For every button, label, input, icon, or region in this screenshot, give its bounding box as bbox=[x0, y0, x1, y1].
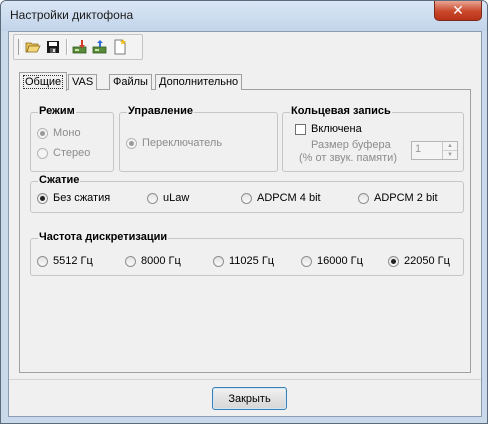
tab-general[interactable]: Общие bbox=[19, 72, 68, 91]
radio-mono-label: Моно bbox=[53, 127, 81, 139]
radio-dot bbox=[147, 192, 158, 204]
radio-dot bbox=[126, 137, 137, 149]
radio-rate-5512-label: 5512 Гц bbox=[53, 255, 93, 267]
control-group: Управление Переключатель bbox=[119, 105, 278, 172]
compression-group-title: Сжатие bbox=[38, 174, 81, 186]
radio-stereo-label: Стерео bbox=[53, 147, 91, 159]
tab-vas-label: VAS bbox=[72, 76, 94, 88]
radio-dot bbox=[213, 255, 224, 267]
radio-rate-8000-label: 8000 Гц bbox=[141, 255, 181, 267]
footer-separator bbox=[9, 379, 481, 380]
toolbar-separator bbox=[66, 39, 68, 55]
mode-group: Режим Моно Стерео bbox=[30, 105, 114, 172]
radio-rate-5512[interactable]: 5512 Гц bbox=[37, 255, 93, 267]
ring-enabled-checkbox[interactable]: Включена bbox=[295, 123, 362, 135]
checkbox-box bbox=[295, 123, 306, 135]
ring-recording-group-title: Кольцевая запись bbox=[290, 105, 392, 117]
sample-rate-group-title: Частота дискретизации bbox=[38, 231, 169, 243]
tab-general-label: Общие bbox=[23, 75, 64, 89]
window-title: Настройки диктофона bbox=[10, 8, 134, 22]
radio-rate-16000-label: 16000 Гц bbox=[317, 255, 363, 267]
import-icon[interactable] bbox=[71, 38, 89, 56]
tab-advanced[interactable]: Дополнительно bbox=[155, 74, 243, 90]
tab-files[interactable]: Файлы bbox=[109, 74, 152, 90]
radio-ulaw[interactable]: uLaw bbox=[147, 192, 189, 204]
tab-vas[interactable]: VAS bbox=[68, 74, 98, 90]
buffer-size-sublabel: (% от звук. памяти) bbox=[299, 152, 397, 164]
open-folder-icon[interactable] bbox=[24, 38, 42, 56]
tab-panel-general: Режим Моно Стерео Управление Переключате… bbox=[19, 90, 471, 373]
radio-switch-label: Переключатель bbox=[142, 137, 223, 149]
tab-advanced-label: Дополнительно bbox=[159, 76, 239, 88]
radio-no-compression[interactable]: Без сжатия bbox=[37, 192, 110, 204]
radio-stereo[interactable]: Стерео bbox=[37, 147, 90, 159]
radio-adpcm2-label: ADPCM 2 bit bbox=[374, 192, 438, 204]
ring-recording-group: Кольцевая запись Включена Размер буфера … bbox=[282, 105, 464, 172]
radio-rate-11025[interactable]: 11025 Гц bbox=[213, 255, 274, 267]
compression-group: Сжатие Без сжатия uLaw ADPCM 4 bit ADPCM… bbox=[30, 174, 464, 213]
settings-window: Настройки диктофона ✕ Общие VAS Файлы До… bbox=[0, 0, 488, 424]
toolbar-grip[interactable] bbox=[18, 39, 22, 55]
radio-adpcm2[interactable]: ADPCM 2 bit bbox=[358, 192, 438, 204]
radio-ulaw-label: uLaw bbox=[163, 192, 190, 204]
radio-rate-16000[interactable]: 16000 Гц bbox=[301, 255, 363, 267]
sample-rate-group: Частота дискретизации 5512 Гц 8000 Гц 11… bbox=[30, 231, 464, 276]
radio-dot bbox=[358, 192, 369, 204]
mode-group-title: Режим bbox=[38, 105, 76, 117]
window-close-button[interactable]: ✕ bbox=[434, 1, 482, 21]
toolbar bbox=[13, 34, 143, 60]
radio-rate-22050[interactable]: 22050 Гц bbox=[388, 255, 450, 267]
radio-dot bbox=[37, 255, 48, 267]
close-dialog-button[interactable]: Закрыть bbox=[212, 387, 287, 410]
close-icon: ✕ bbox=[452, 2, 464, 18]
radio-adpcm4[interactable]: ADPCM 4 bit bbox=[241, 192, 321, 204]
radio-dot bbox=[125, 255, 136, 267]
ring-enabled-label: Включена bbox=[311, 123, 362, 135]
spinner-up-icon[interactable]: ▲ bbox=[443, 142, 457, 151]
save-disk-icon[interactable] bbox=[44, 38, 62, 56]
radio-mono[interactable]: Моно bbox=[37, 127, 81, 139]
spinner-down-icon[interactable]: ▼ bbox=[443, 151, 457, 159]
export-icon[interactable] bbox=[91, 38, 109, 56]
buffer-size-label: Размер буфера bbox=[311, 139, 391, 151]
radio-dot bbox=[241, 192, 252, 204]
buffer-size-spinner[interactable]: 1 ▲ ▼ bbox=[411, 141, 458, 160]
radio-rate-8000[interactable]: 8000 Гц bbox=[125, 255, 181, 267]
radio-adpcm4-label: ADPCM 4 bit bbox=[257, 192, 321, 204]
dialog-client-area: Общие VAS Файлы Дополнительно Режим Моно… bbox=[8, 31, 482, 417]
radio-switch[interactable]: Переключатель bbox=[126, 137, 222, 149]
radio-dot bbox=[37, 127, 48, 139]
radio-dot bbox=[37, 147, 48, 159]
radio-rate-22050-label: 22050 Гц bbox=[404, 255, 450, 267]
title-bar: Настройки диктофона ✕ bbox=[1, 1, 487, 31]
radio-dot bbox=[301, 255, 312, 267]
radio-dot bbox=[388, 255, 399, 267]
radio-dot bbox=[37, 192, 48, 204]
radio-rate-11025-label: 11025 Гц bbox=[229, 255, 275, 267]
buffer-size-value: 1 bbox=[415, 143, 422, 155]
radio-no-compression-label: Без сжатия bbox=[53, 192, 111, 204]
control-group-title: Управление bbox=[127, 105, 195, 117]
tab-files-label: Файлы bbox=[113, 76, 148, 88]
new-document-icon[interactable] bbox=[111, 38, 129, 56]
